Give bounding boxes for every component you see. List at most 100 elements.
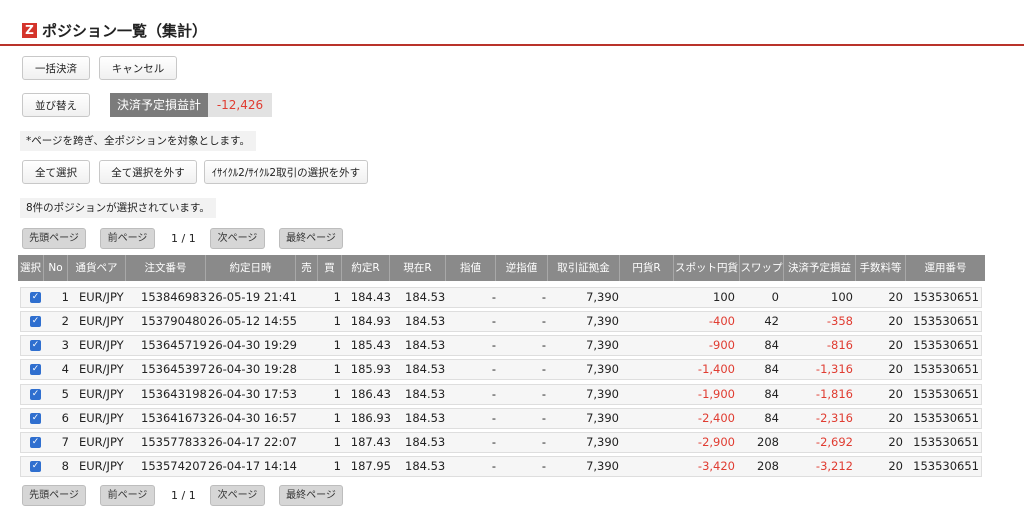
- cell-sell: [301, 409, 319, 428]
- header-fee: 手数料等: [856, 255, 906, 281]
- cell-fee: 20: [888, 411, 903, 425]
- cell-pair: EUR/JPY: [79, 387, 124, 401]
- sort-button[interactable]: 並び替え: [22, 93, 90, 117]
- cell-limit: -: [491, 411, 496, 425]
- current-page: 1: [171, 232, 178, 245]
- header-current: 現在R: [390, 255, 446, 281]
- next-page-button[interactable]: 次ページ: [210, 228, 265, 249]
- cell-fee: 20: [888, 338, 903, 352]
- cell-stop: -: [541, 338, 546, 352]
- cell-limit: -: [491, 314, 496, 328]
- cancel-button[interactable]: キャンセル: [99, 56, 177, 80]
- table-row[interactable]: ✓ 4 EUR/JPY 153645397 26-04-30 19:28 1 185.93 1…: [20, 359, 982, 380]
- cell-buy: 1: [333, 459, 341, 473]
- cell-limit: -: [491, 435, 496, 449]
- row-checkbox[interactable]: ✓: [30, 316, 41, 327]
- row-checkbox[interactable]: ✓: [30, 461, 41, 472]
- row-checkbox[interactable]: ✓: [30, 437, 41, 448]
- cell-spot: -1,400: [697, 362, 735, 376]
- cell-current: 184.53: [405, 314, 446, 328]
- cell-op-no: 153530651: [913, 387, 979, 401]
- table-row[interactable]: ✓ 5 EUR/JPY 153643198 26-04-30 17:53 1 186.43 1…: [20, 384, 982, 405]
- cell-limit: -: [491, 290, 496, 304]
- cell-op-no: 153530651: [913, 290, 979, 304]
- cell-no: 3: [61, 338, 69, 352]
- prev-page-button-bottom[interactable]: 前ページ: [100, 485, 155, 506]
- cell-fee: 20: [888, 314, 903, 328]
- cell-pl: -2,692: [815, 435, 853, 449]
- cell-fee: 20: [888, 290, 903, 304]
- header-datetime: 約定日時: [206, 255, 296, 281]
- cell-op-no: 153530651: [913, 314, 979, 328]
- cell-margin: 7,390: [586, 459, 619, 473]
- cell-rate: 185.93: [350, 362, 391, 376]
- next-page-button-bottom[interactable]: 次ページ: [210, 485, 265, 506]
- cell-pl: -1,816: [815, 387, 853, 401]
- cell-datetime: 26-04-30 16:57: [208, 411, 297, 425]
- select-all-button[interactable]: 全て選択: [22, 160, 90, 184]
- last-page-button-bottom[interactable]: 最終ページ: [279, 485, 343, 506]
- page-indicator-bottom: 1 / 1: [171, 489, 196, 502]
- cell-op-no: 153530651: [913, 411, 979, 425]
- row-checkbox[interactable]: ✓: [30, 413, 41, 424]
- cell-rate: 187.95: [350, 459, 391, 473]
- current-page-bottom: 1: [171, 489, 178, 502]
- cell-stop: -: [541, 435, 546, 449]
- row-checkbox[interactable]: ✓: [30, 292, 41, 303]
- cell-current: 184.53: [405, 459, 446, 473]
- cell-swap: 0: [771, 290, 779, 304]
- cell-pair: EUR/JPY: [79, 338, 124, 352]
- cell-swap: 208: [757, 435, 779, 449]
- table-row[interactable]: ✓ 8 EUR/JPY 153574207 26-04-17 14:14 1 187.95 1…: [20, 456, 982, 477]
- cell-margin: 7,390: [586, 387, 619, 401]
- cell-swap: 84: [764, 411, 779, 425]
- cell-rate: 186.93: [350, 411, 391, 425]
- pl-total-value: -12,426: [208, 93, 272, 117]
- cell-limit: -: [491, 459, 496, 473]
- table-row[interactable]: ✓ 1 EUR/JPY 153846983 26-05-19 21:41 1 184.43 1…: [20, 287, 982, 308]
- row-checkbox[interactable]: ✓: [30, 340, 41, 351]
- cell-op-no: 153530651: [913, 435, 979, 449]
- cell-sell: [301, 336, 319, 355]
- table-header: 選択 No 通貨ペア 注文番号 約定日時 売 買 約定R 現在R 指値 逆指値 …: [18, 255, 985, 281]
- cell-pair: EUR/JPY: [79, 435, 124, 449]
- cell-datetime: 26-04-30 19:29: [208, 338, 297, 352]
- table-row[interactable]: ✓ 7 EUR/JPY 153577833 26-04-17 22:07 1 187.43 1…: [20, 432, 982, 453]
- cell-no: 2: [61, 314, 69, 328]
- cell-sell: [301, 312, 319, 331]
- table-row[interactable]: ✓ 2 EUR/JPY 153790480 26-05-12 14:55 1 184.93 1…: [20, 311, 982, 332]
- bulk-settle-button[interactable]: 一括決済: [22, 56, 90, 80]
- cell-buy: 1: [333, 338, 341, 352]
- cell-order: 153790480: [141, 314, 207, 328]
- first-page-button[interactable]: 先頭ページ: [22, 228, 86, 249]
- table-row[interactable]: ✓ 3 EUR/JPY 153645719 26-04-30 19:29 1 185.43 1…: [20, 335, 982, 356]
- cell-spot: -1,900: [697, 387, 735, 401]
- cell-stop: -: [541, 290, 546, 304]
- table-row[interactable]: ✓ 6 EUR/JPY 153641673 26-04-30 16:57 1 186.93 1…: [20, 408, 982, 429]
- cell-order: 153641673: [141, 411, 207, 425]
- prev-page-button[interactable]: 前ページ: [100, 228, 155, 249]
- selected-count-note: 8件のポジションが選択されています。: [20, 198, 216, 218]
- cell-fee: 20: [888, 387, 903, 401]
- cell-spot: -900: [708, 338, 735, 352]
- row-checkbox[interactable]: ✓: [30, 364, 41, 375]
- first-page-button-bottom[interactable]: 先頭ページ: [22, 485, 86, 506]
- deselect-cycle-button[interactable]: ｲｻｲｸﾙ2/ｻｲｸﾙ2取引の選択を外す: [204, 160, 368, 184]
- cell-order: 153846983: [141, 290, 207, 304]
- deselect-all-button[interactable]: 全て選択を外す: [99, 160, 197, 184]
- cell-sell: [301, 360, 319, 379]
- cell-pair: EUR/JPY: [79, 459, 124, 473]
- row-checkbox[interactable]: ✓: [30, 389, 41, 400]
- cell-pair: EUR/JPY: [79, 362, 124, 376]
- cell-yen-rate: [625, 457, 675, 476]
- cell-margin: 7,390: [586, 435, 619, 449]
- total-pages: 1: [188, 232, 196, 245]
- cell-op-no: 153530651: [913, 362, 979, 376]
- cell-no: 5: [61, 387, 69, 401]
- cell-sell: [301, 288, 319, 307]
- cell-pl: -3,212: [815, 459, 853, 473]
- cell-swap: 84: [764, 387, 779, 401]
- last-page-button[interactable]: 最終ページ: [279, 228, 343, 249]
- cell-current: 184.53: [405, 411, 446, 425]
- cell-op-no: 153530651: [913, 338, 979, 352]
